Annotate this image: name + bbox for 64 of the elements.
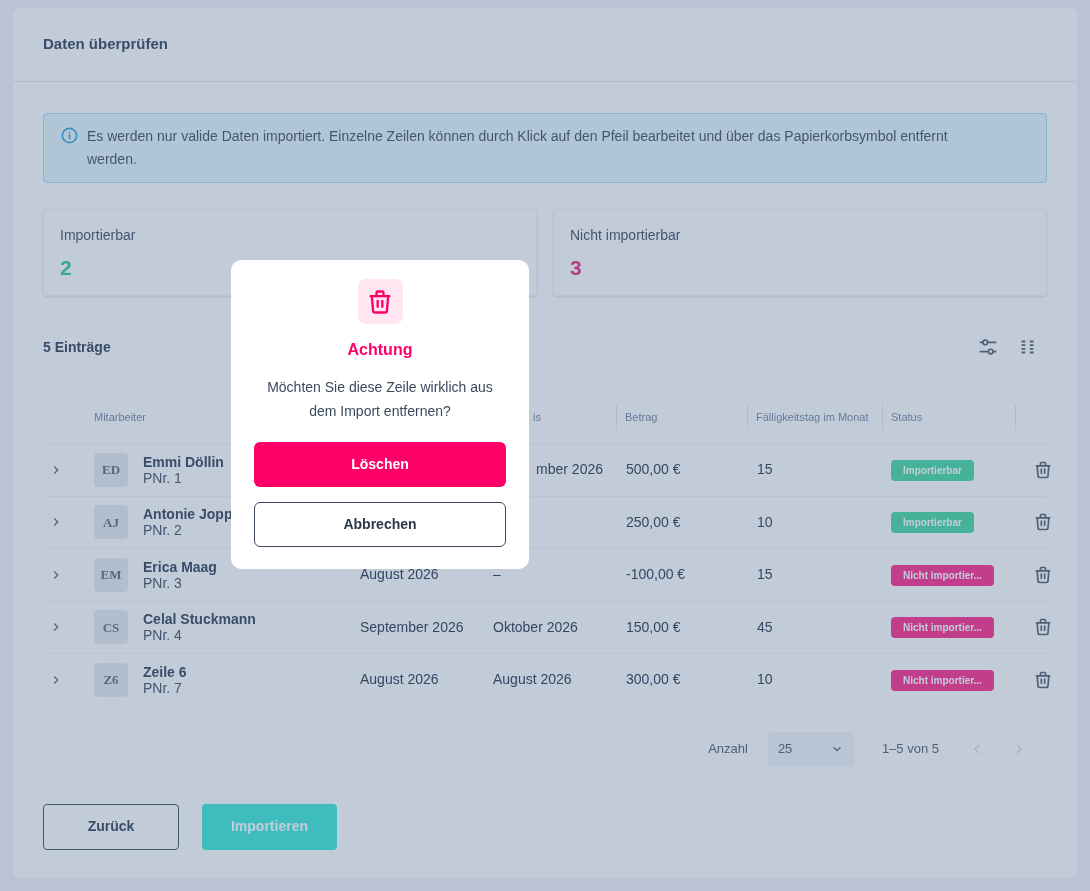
table-cell: 300,00 € bbox=[626, 671, 681, 688]
column-header: Fälligkeitstag im Monat bbox=[756, 409, 869, 425]
employee-name: Celal Stuckmann bbox=[143, 611, 256, 628]
table-cell: 10 bbox=[757, 513, 773, 530]
employee-name: Antonie Jopp bbox=[143, 506, 233, 523]
trash-icon bbox=[1033, 459, 1053, 480]
employee-number: PNr. 7 bbox=[143, 679, 183, 696]
table-cell: September 2026 bbox=[360, 618, 464, 635]
cancel-button[interactable]: Abbrechen bbox=[254, 502, 506, 547]
page-range: 1–5 von 5 bbox=[881, 740, 939, 759]
table-cell: 500,00 € bbox=[626, 461, 681, 478]
status-badge: Importierbar bbox=[891, 512, 974, 534]
status-badge: Nicht importier... bbox=[891, 617, 994, 639]
avatar: AJ bbox=[94, 505, 128, 540]
info-icon bbox=[60, 126, 79, 145]
employee-number: PNr. 2 bbox=[143, 522, 183, 539]
trash-icon bbox=[1033, 617, 1053, 638]
table-cell: 150,00 € bbox=[626, 618, 681, 635]
table-cell: Oktober 2026 bbox=[493, 618, 578, 635]
employee-number: PNr. 1 bbox=[143, 469, 183, 486]
employee-number: PNr. 4 bbox=[143, 627, 183, 644]
page-size-select[interactable]: 25 bbox=[767, 731, 854, 767]
dialog-title: Achtung bbox=[347, 340, 413, 360]
status-badge: Nicht importier... bbox=[891, 564, 994, 586]
table-cell: August 2026 bbox=[360, 566, 439, 583]
status-badge: Nicht importier... bbox=[891, 669, 994, 691]
employee-number: PNr. 3 bbox=[143, 574, 182, 591]
page-size-label: Anzahl bbox=[708, 740, 748, 759]
dialog-message: Möchten Sie diese Zeile wirklich aus dem Import entfernen? bbox=[266, 378, 494, 421]
trash-icon bbox=[1033, 564, 1053, 585]
avatar: EM bbox=[94, 557, 128, 592]
employee-name: Erica Maag bbox=[143, 558, 217, 575]
page-title: Daten überprüfen bbox=[43, 34, 168, 55]
avatar: CS bbox=[94, 610, 128, 645]
employee-name: Emmi Döllin bbox=[143, 453, 224, 470]
stat-value: 2 bbox=[60, 255, 73, 281]
column-header: is bbox=[532, 409, 541, 425]
avatar: ED bbox=[94, 452, 128, 487]
stat-value: 3 bbox=[570, 255, 583, 281]
delete-button[interactable]: Löschen bbox=[254, 442, 506, 487]
sliders-icon[interactable] bbox=[977, 336, 999, 358]
back-button[interactable]: Zurück bbox=[43, 803, 179, 850]
table-cell: August 2026 bbox=[493, 671, 572, 688]
stat-label: Importierbar bbox=[60, 226, 137, 245]
avatar: Z6 bbox=[94, 662, 128, 697]
table-cell: – bbox=[493, 566, 501, 583]
column-header: Mitarbeiter bbox=[94, 410, 146, 423]
table-cell: 15 bbox=[757, 566, 773, 583]
employee-name: Zeile 6 bbox=[143, 663, 187, 680]
stat-label: Nicht importierbar bbox=[570, 226, 682, 245]
table-cell: 250,00 € bbox=[626, 513, 681, 530]
column-header: Betrag bbox=[625, 409, 658, 425]
info-text: Es werden nur valide Daten importiert. Einzelne Zeilen können durch Klick auf den Pfeil bearbeitet und über das Papierkorbsymbol entfernt werden. bbox=[87, 127, 949, 169]
entries-count: 5 Einträge bbox=[43, 337, 111, 357]
status-badge: Importierbar bbox=[891, 459, 974, 481]
table-cell: August 2026 bbox=[360, 671, 439, 688]
table-cell: 10 bbox=[757, 671, 773, 688]
table-cell-text: mber 2026 bbox=[535, 460, 603, 480]
table-cell: 15 bbox=[757, 461, 773, 478]
trash-icon bbox=[1033, 512, 1053, 533]
table-cell: -100,00 € bbox=[626, 566, 686, 583]
table-cell: 45 bbox=[757, 618, 773, 635]
column-header: Status bbox=[891, 409, 923, 425]
trash-icon bbox=[1033, 669, 1053, 690]
